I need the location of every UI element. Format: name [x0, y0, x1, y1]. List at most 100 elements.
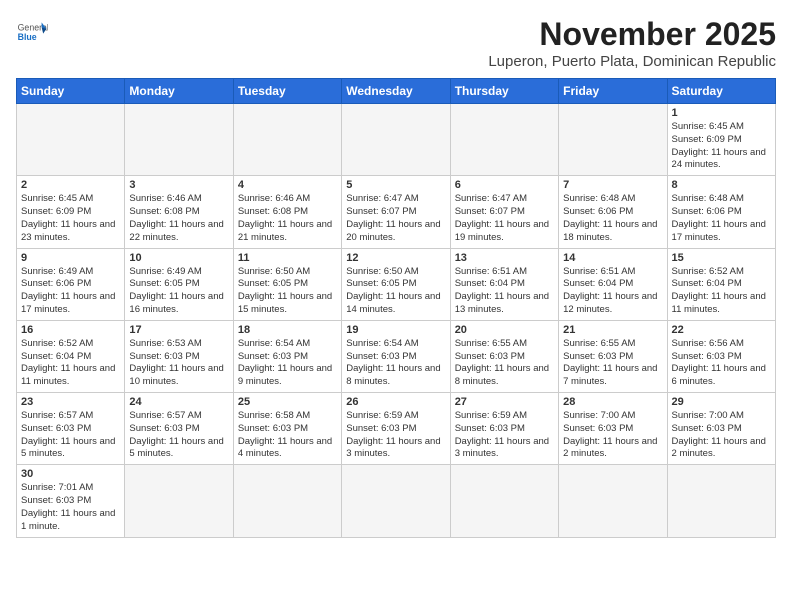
day-number: 20	[455, 324, 554, 336]
calendar-week-row: 9 Sunrise: 6:49 AM Sunset: 6:06 PM Daylig…	[17, 248, 776, 320]
calendar-day-cell: 7 Sunrise: 6:48 AM Sunset: 6:06 PM Daylig…	[559, 176, 667, 248]
calendar-day-header: Wednesday	[342, 79, 450, 104]
calendar-day-cell	[233, 104, 341, 176]
calendar-day-cell	[125, 104, 233, 176]
day-number: 27	[455, 396, 554, 408]
day-number: 13	[455, 252, 554, 264]
logo: General Blue	[16, 16, 48, 48]
day-number: 11	[238, 252, 337, 264]
calendar-day-cell	[342, 465, 450, 537]
day-info: Sunrise: 6:48 AM Sunset: 6:06 PM Dayligh…	[563, 193, 662, 244]
calendar-day-cell: 4 Sunrise: 6:46 AM Sunset: 6:08 PM Daylig…	[233, 176, 341, 248]
calendar-day-cell: 19 Sunrise: 6:54 AM Sunset: 6:03 PM Dayli…	[342, 320, 450, 392]
page-header: General Blue November 2025 Luperon, Puer…	[16, 16, 776, 70]
day-info: Sunrise: 6:58 AM Sunset: 6:03 PM Dayligh…	[238, 410, 337, 461]
calendar-table: SundayMondayTuesdayWednesdayThursdayFrid…	[16, 78, 776, 538]
day-number: 17	[129, 324, 228, 336]
calendar-header-row: SundayMondayTuesdayWednesdayThursdayFrid…	[17, 79, 776, 104]
calendar-day-cell	[17, 104, 125, 176]
calendar-day-cell: 2 Sunrise: 6:45 AM Sunset: 6:09 PM Daylig…	[17, 176, 125, 248]
calendar-day-cell: 29Sunrise: 7:00 AM Sunset: 6:03 PM Dayli…	[667, 393, 775, 465]
day-number: 30	[21, 468, 120, 480]
day-info: Sunrise: 6:51 AM Sunset: 6:04 PM Dayligh…	[455, 266, 554, 317]
calendar-week-row: 23 Sunrise: 6:57 AM Sunset: 6:03 PM Dayli…	[17, 393, 776, 465]
day-info: Sunrise: 6:50 AM Sunset: 6:05 PM Dayligh…	[346, 266, 445, 317]
calendar-day-cell: 14Sunrise: 6:51 AM Sunset: 6:04 PM Dayli…	[559, 248, 667, 320]
calendar-day-cell: 26Sunrise: 6:59 AM Sunset: 6:03 PM Dayli…	[342, 393, 450, 465]
day-info: Sunrise: 6:53 AM Sunset: 6:03 PM Dayligh…	[129, 338, 228, 389]
title-section: November 2025 Luperon, Puerto Plata, Dom…	[488, 16, 776, 70]
calendar-day-cell	[125, 465, 233, 537]
day-info: Sunrise: 6:55 AM Sunset: 6:03 PM Dayligh…	[563, 338, 662, 389]
day-info: Sunrise: 6:54 AM Sunset: 6:03 PM Dayligh…	[238, 338, 337, 389]
calendar-day-cell: 9 Sunrise: 6:49 AM Sunset: 6:06 PM Daylig…	[17, 248, 125, 320]
day-info: Sunrise: 6:47 AM Sunset: 6:07 PM Dayligh…	[455, 193, 554, 244]
day-number: 25	[238, 396, 337, 408]
day-info: Sunrise: 6:59 AM Sunset: 6:03 PM Dayligh…	[455, 410, 554, 461]
day-number: 15	[672, 252, 771, 264]
calendar-day-cell: 20Sunrise: 6:55 AM Sunset: 6:03 PM Dayli…	[450, 320, 558, 392]
calendar-day-header: Monday	[125, 79, 233, 104]
day-number: 7	[563, 179, 662, 191]
day-info: Sunrise: 6:56 AM Sunset: 6:03 PM Dayligh…	[672, 338, 771, 389]
location-title: Luperon, Puerto Plata, Dominican Republi…	[488, 53, 776, 70]
calendar-day-cell: 15Sunrise: 6:52 AM Sunset: 6:04 PM Dayli…	[667, 248, 775, 320]
day-number: 12	[346, 252, 445, 264]
calendar-week-row: 16 Sunrise: 6:52 AM Sunset: 6:04 PM Dayli…	[17, 320, 776, 392]
calendar-day-cell: 22Sunrise: 6:56 AM Sunset: 6:03 PM Dayli…	[667, 320, 775, 392]
day-info: Sunrise: 6:48 AM Sunset: 6:06 PM Dayligh…	[672, 193, 771, 244]
calendar-day-cell: 16 Sunrise: 6:52 AM Sunset: 6:04 PM Dayli…	[17, 320, 125, 392]
calendar-day-cell	[233, 465, 341, 537]
calendar-day-cell: 12 Sunrise: 6:50 AM Sunset: 6:05 PM Dayli…	[342, 248, 450, 320]
day-number: 9	[21, 252, 120, 264]
day-info: Sunrise: 6:57 AM Sunset: 6:03 PM Dayligh…	[129, 410, 228, 461]
day-info: Sunrise: 7:00 AM Sunset: 6:03 PM Dayligh…	[563, 410, 662, 461]
calendar-day-header: Saturday	[667, 79, 775, 104]
day-info: Sunrise: 6:52 AM Sunset: 6:04 PM Dayligh…	[21, 338, 120, 389]
calendar-day-cell: 6 Sunrise: 6:47 AM Sunset: 6:07 PM Daylig…	[450, 176, 558, 248]
calendar-day-cell: 10Sunrise: 6:49 AM Sunset: 6:05 PM Dayli…	[125, 248, 233, 320]
calendar-day-cell: 3Sunrise: 6:46 AM Sunset: 6:08 PM Daylig…	[125, 176, 233, 248]
svg-text:Blue: Blue	[18, 32, 37, 42]
calendar-day-cell: 13 Sunrise: 6:51 AM Sunset: 6:04 PM Dayli…	[450, 248, 558, 320]
calendar-day-cell: 21 Sunrise: 6:55 AM Sunset: 6:03 PM Dayli…	[559, 320, 667, 392]
calendar-day-cell: 8Sunrise: 6:48 AM Sunset: 6:06 PM Daylig…	[667, 176, 775, 248]
day-number: 6	[455, 179, 554, 191]
day-number: 24	[129, 396, 228, 408]
calendar-day-cell: 23 Sunrise: 6:57 AM Sunset: 6:03 PM Dayli…	[17, 393, 125, 465]
day-number: 2	[21, 179, 120, 191]
calendar-day-header: Sunday	[17, 79, 125, 104]
day-number: 23	[21, 396, 120, 408]
day-number: 10	[129, 252, 228, 264]
calendar-day-cell	[559, 465, 667, 537]
day-number: 1	[672, 107, 771, 119]
day-number: 19	[346, 324, 445, 336]
calendar-day-cell: 27 Sunrise: 6:59 AM Sunset: 6:03 PM Dayli…	[450, 393, 558, 465]
calendar-day-cell: 18Sunrise: 6:54 AM Sunset: 6:03 PM Dayli…	[233, 320, 341, 392]
day-info: Sunrise: 6:49 AM Sunset: 6:06 PM Dayligh…	[21, 266, 120, 317]
calendar-day-cell: 28 Sunrise: 7:00 AM Sunset: 6:03 PM Dayli…	[559, 393, 667, 465]
day-number: 3	[129, 179, 228, 191]
calendar-day-cell	[450, 465, 558, 537]
day-number: 26	[346, 396, 445, 408]
logo-icon: General Blue	[16, 16, 48, 48]
day-number: 21	[563, 324, 662, 336]
day-number: 28	[563, 396, 662, 408]
day-number: 16	[21, 324, 120, 336]
day-info: Sunrise: 6:46 AM Sunset: 6:08 PM Dayligh…	[238, 193, 337, 244]
calendar-day-cell	[667, 465, 775, 537]
calendar-day-cell: 17 Sunrise: 6:53 AM Sunset: 6:03 PM Dayli…	[125, 320, 233, 392]
day-info: Sunrise: 6:45 AM Sunset: 6:09 PM Dayligh…	[21, 193, 120, 244]
calendar-week-row: 2 Sunrise: 6:45 AM Sunset: 6:09 PM Daylig…	[17, 176, 776, 248]
day-info: Sunrise: 6:47 AM Sunset: 6:07 PM Dayligh…	[346, 193, 445, 244]
calendar-day-cell: 5Sunrise: 6:47 AM Sunset: 6:07 PM Daylig…	[342, 176, 450, 248]
calendar-week-row: 1Sunrise: 6:45 AM Sunset: 6:09 PM Daylig…	[17, 104, 776, 176]
day-info: Sunrise: 6:57 AM Sunset: 6:03 PM Dayligh…	[21, 410, 120, 461]
calendar-day-cell: 1Sunrise: 6:45 AM Sunset: 6:09 PM Daylig…	[667, 104, 775, 176]
calendar-day-header: Thursday	[450, 79, 558, 104]
calendar-day-cell: 25 Sunrise: 6:58 AM Sunset: 6:03 PM Dayli…	[233, 393, 341, 465]
day-number: 4	[238, 179, 337, 191]
calendar-day-cell: 11Sunrise: 6:50 AM Sunset: 6:05 PM Dayli…	[233, 248, 341, 320]
month-title: November 2025	[488, 16, 776, 53]
day-info: Sunrise: 6:54 AM Sunset: 6:03 PM Dayligh…	[346, 338, 445, 389]
